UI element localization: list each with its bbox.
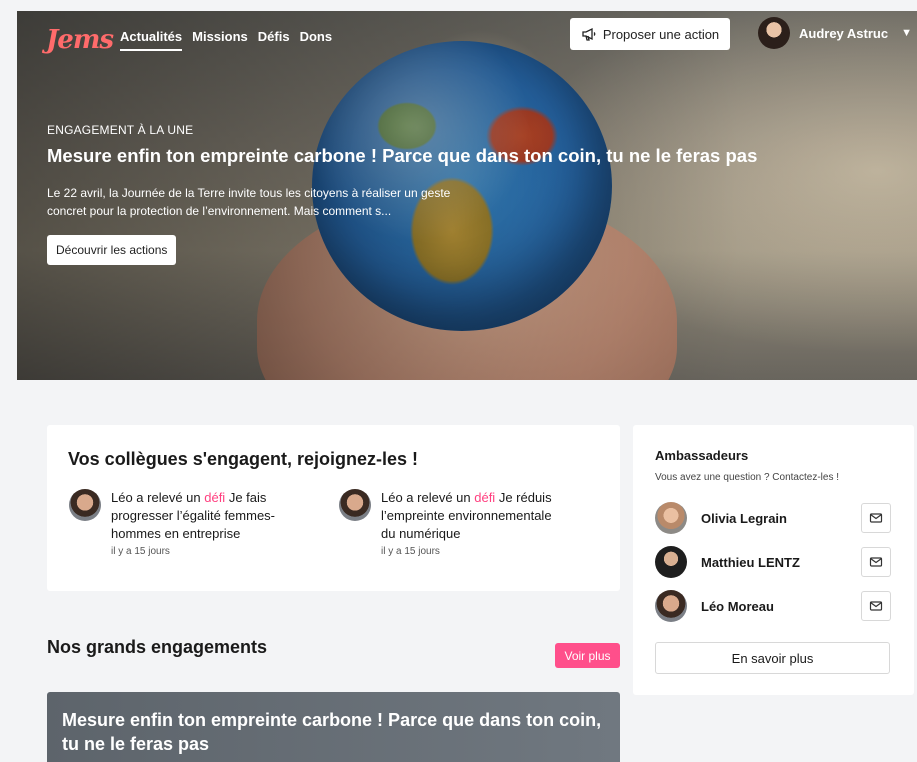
discover-actions-button[interactable]: Découvrir les actions (47, 235, 177, 265)
nav-item-missions[interactable]: Missions (192, 29, 248, 51)
nav-item-actualites[interactable]: Actualités (120, 29, 183, 51)
nav-item-defis[interactable]: Défis (258, 29, 290, 51)
see-more-button[interactable]: Voir plus (555, 643, 620, 668)
colleagues-card: Vos collègues s'engagent, rejoignez-les … (47, 425, 620, 591)
user-avatar[interactable] (758, 17, 790, 49)
avatar[interactable] (655, 502, 687, 534)
ambassador-row: Olivia Legrain (655, 501, 891, 535)
ambassadors-subtitle: Vous avez une question ? Contactez-les ! (655, 472, 840, 483)
activity-text: Léo a relevé un défi Je réduis l’emprein… (381, 490, 552, 541)
engagements-title: Nos grands engagements (47, 637, 268, 657)
mail-icon (869, 513, 883, 523)
defi-link[interactable]: défi (204, 490, 225, 505)
ambassador-name[interactable]: Olivia Legrain (701, 511, 861, 526)
megaphone-icon (582, 27, 596, 41)
avatar[interactable] (339, 489, 371, 521)
user-name[interactable]: Audrey Astruc (799, 26, 888, 41)
engagement-card[interactable]: Mesure enfin ton empreinte carbone ! Par… (47, 692, 620, 762)
contact-button[interactable] (861, 591, 891, 621)
contact-button[interactable] (861, 503, 891, 533)
avatar[interactable] (655, 590, 687, 622)
ambassador-name[interactable]: Léo Moreau (701, 599, 861, 614)
ambassador-name[interactable]: Matthieu LENTZ (701, 555, 861, 570)
activity-time: il y a 15 jours (381, 546, 440, 557)
activity-text: Léo a relevé un défi Je fais progresser … (111, 490, 276, 541)
chevron-down-icon[interactable]: ▼ (901, 27, 912, 39)
ambassador-row: Léo Moreau (655, 589, 891, 623)
ambassadors-title: Ambassadeurs (655, 448, 749, 463)
avatar[interactable] (655, 546, 687, 578)
hero-description: Le 22 avril, la Journée de la Terre invi… (47, 186, 451, 218)
ambassador-row: Matthieu LENTZ (655, 545, 891, 579)
hero-kicker: ENGAGEMENT À LA UNE (47, 123, 194, 137)
hero-banner: Jems Actualités Missions Défis Dons Prop… (17, 11, 917, 380)
activity-time: il y a 15 jours (111, 546, 170, 557)
defi-link[interactable]: défi (474, 490, 495, 505)
avatar[interactable] (69, 489, 101, 521)
propose-action-button[interactable]: Proposer une action (570, 18, 730, 50)
learn-more-button[interactable]: En savoir plus (655, 642, 890, 674)
main-nav: Actualités Missions Défis Dons (120, 29, 332, 51)
mail-icon (869, 601, 883, 611)
ambassadors-card: Ambassadeurs Vous avez une question ? Co… (633, 425, 914, 695)
propose-action-label: Proposer une action (602, 26, 720, 42)
jems-logo[interactable]: Jems (46, 25, 114, 55)
activity-item[interactable]: Léo a relevé un défi Je réduis l’emprein… (339, 489, 569, 559)
mail-icon (869, 557, 883, 567)
engagement-card-title[interactable]: Mesure enfin ton empreinte carbone ! Par… (62, 708, 607, 756)
hero-title[interactable]: Mesure enfin ton empreinte carbone ! Par… (47, 145, 757, 167)
colleagues-title: Vos collègues s'engagent, rejoignez-les … (68, 449, 419, 469)
nav-item-dons[interactable]: Dons (300, 29, 333, 51)
user-menu[interactable]: Audrey Astruc ▼ (758, 17, 912, 49)
contact-button[interactable] (861, 547, 891, 577)
activity-item[interactable]: Léo a relevé un défi Je fais progresser … (69, 489, 299, 559)
